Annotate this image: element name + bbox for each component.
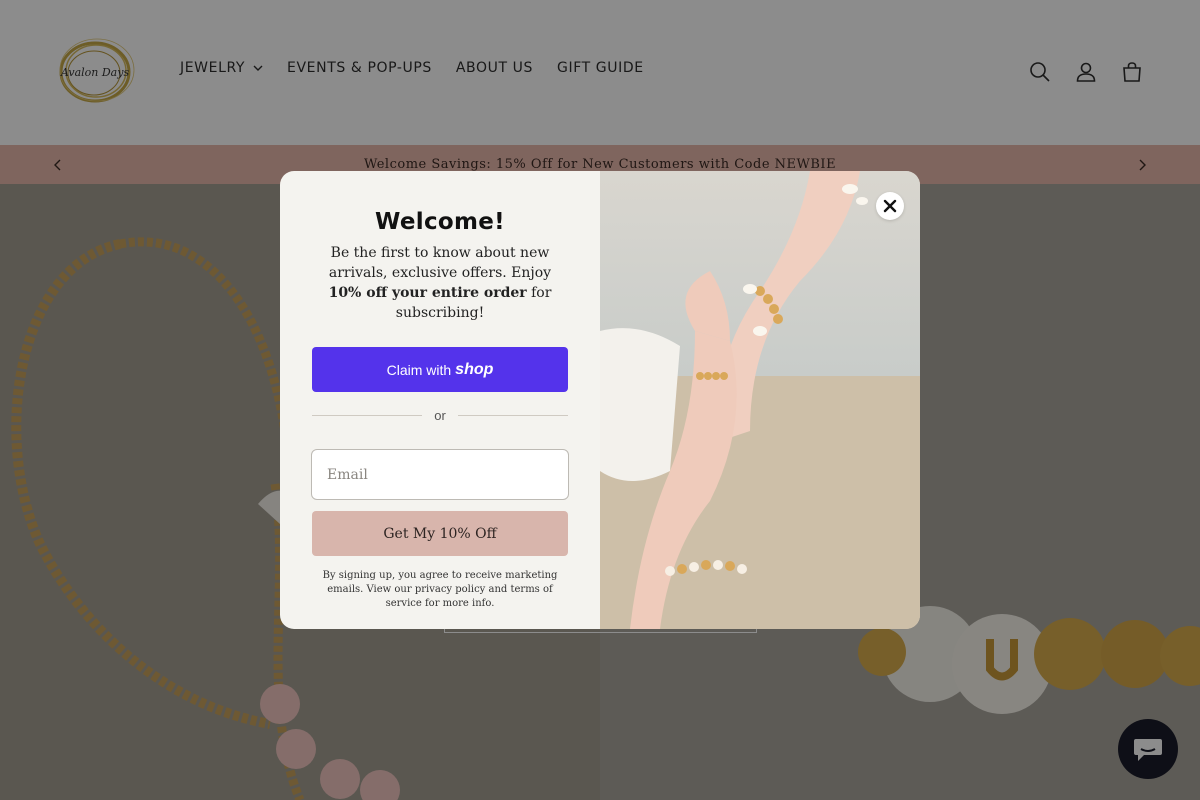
or-divider: or	[312, 408, 568, 423]
popup-image-panel	[600, 171, 920, 629]
divider-line	[457, 415, 568, 416]
popup-title: Welcome!	[375, 209, 505, 235]
shop-logo: shop	[455, 360, 494, 378]
hands-bracelets-image	[600, 171, 920, 629]
popup-form-panel: Welcome! Be the first to know about new …	[280, 171, 600, 629]
close-icon	[883, 199, 897, 213]
close-popup-button[interactable]	[876, 192, 904, 220]
newsletter-popup: Welcome! Be the first to know about new …	[280, 171, 920, 629]
or-label: or	[434, 408, 446, 423]
divider-line	[312, 415, 423, 416]
email-field[interactable]	[311, 449, 569, 500]
desc-text: Be the first to know about new arrivals,…	[328, 245, 552, 281]
legal-text: By signing up, you agree to receive mark…	[322, 570, 558, 609]
claim-with-shop-button[interactable]: Claim with shop	[312, 347, 568, 392]
popup-description: Be the first to know about new arrivals,…	[312, 243, 568, 323]
desc-highlight: 10% off your entire order	[328, 285, 527, 301]
get-discount-button[interactable]: Get My 10% Off	[312, 511, 568, 556]
shop-claim-label: Claim with	[386, 361, 452, 378]
